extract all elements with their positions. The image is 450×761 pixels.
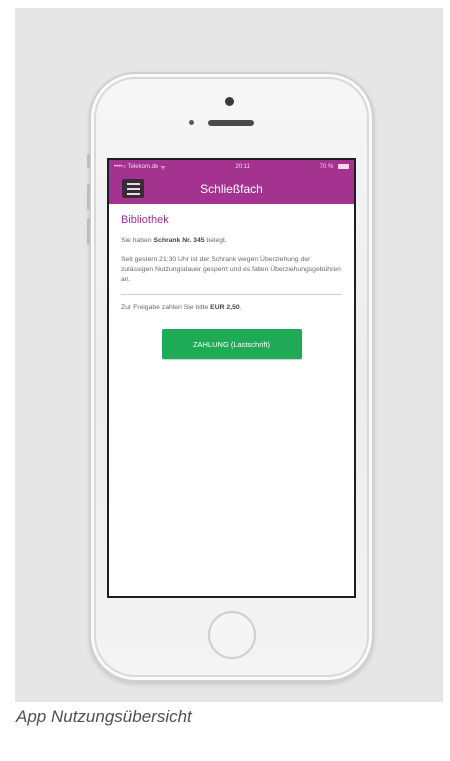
locker-info-suffix: belegt. xyxy=(204,237,227,244)
payment-info-suffix: . xyxy=(239,304,242,311)
status-battery: 70 % xyxy=(319,163,349,171)
earpiece-speaker xyxy=(208,120,254,126)
payment-info-prefix: Zur Freigabe zahlen Sie bitte xyxy=(121,304,211,311)
carrier-label: ••••○ Telekom.de xyxy=(114,164,159,170)
locker-info: Sie haben Schrank Nr. 345 belegt. xyxy=(121,236,342,246)
main-content: Bibliothek Sie haben Schrank Nr. 345 bel… xyxy=(109,204,354,369)
page-title: Schließfach xyxy=(200,182,263,196)
battery-icon xyxy=(337,163,349,169)
front-camera xyxy=(225,97,234,106)
menu-icon xyxy=(126,182,140,185)
section-title: Bibliothek xyxy=(121,214,169,226)
volume-down-button xyxy=(87,218,90,244)
battery-percent: 70 % xyxy=(319,164,334,171)
proximity-sensor xyxy=(189,120,194,125)
divider xyxy=(121,294,342,295)
phone-frame: ••••○ Telekom.de ᯤ 20:11 70 % Schließfac… xyxy=(87,72,374,682)
volume-up-button xyxy=(87,184,90,210)
lock-notice: Seit gestern 21:30 Uhr ist der Schrank w… xyxy=(121,256,341,283)
locker-number: Schrank Nr. 345 xyxy=(153,237,205,244)
payment-info: Zur Freigabe zahlen Sie bitte EUR 2,50. xyxy=(121,303,342,313)
status-carrier: ••••○ Telekom.de ᯤ xyxy=(114,163,166,171)
wifi-icon: ᯤ xyxy=(160,165,166,171)
locker-info-prefix: Sie haben xyxy=(121,237,154,244)
navigation-bar: Schließfach xyxy=(109,174,354,204)
menu-icon-line xyxy=(126,192,140,195)
phone-screen: ••••○ Telekom.de ᯤ 20:11 70 % Schließfac… xyxy=(107,158,356,598)
menu-button[interactable] xyxy=(122,179,144,198)
status-time: 20:11 xyxy=(235,164,250,170)
payment-amount: EUR 2,50 xyxy=(210,304,240,311)
mute-switch xyxy=(87,154,90,168)
home-button[interactable] xyxy=(208,611,256,659)
menu-icon-line xyxy=(126,187,140,190)
figure-caption: App Nutzungsübersicht xyxy=(16,707,192,726)
payment-button[interactable]: ZAHLUNG (Lastschrift) xyxy=(161,329,302,359)
status-bar: ••••○ Telekom.de ᯤ 20:11 70 % xyxy=(109,160,354,174)
